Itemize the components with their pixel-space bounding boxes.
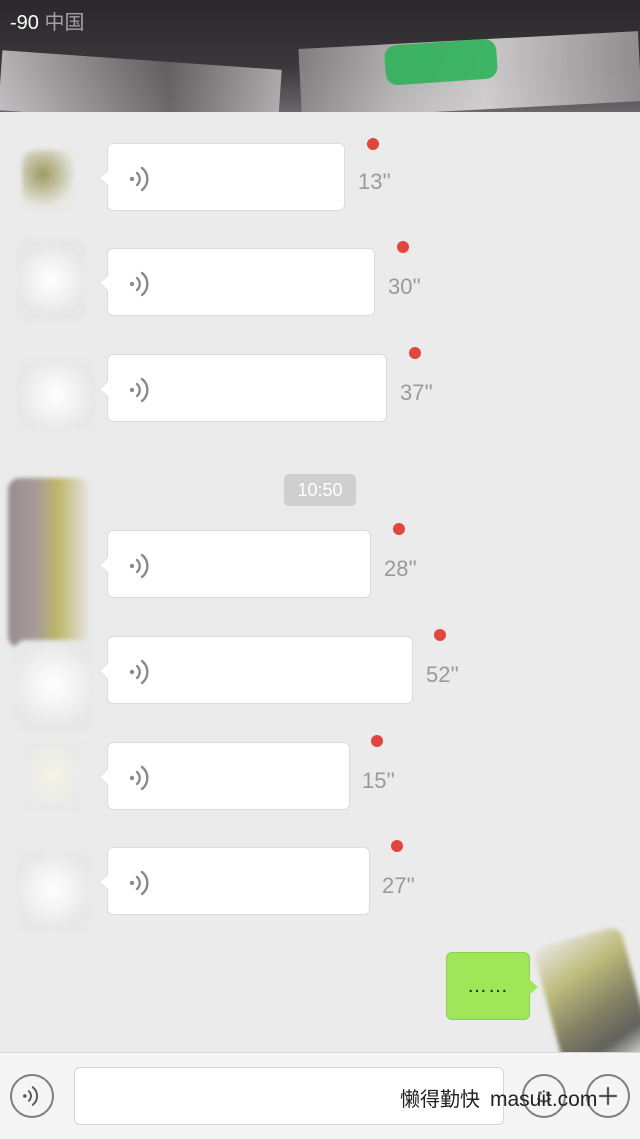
voice-icon [129,765,149,791]
voice-message: 52'' [0,629,640,706]
green-scribble [383,38,499,86]
unread-dot [371,735,383,747]
voice-duration: 27'' [382,873,415,898]
voice-bubble[interactable] [99,742,350,810]
voice-icon [23,1086,39,1106]
voice-icon [129,553,149,579]
plus-icon [598,1086,618,1106]
voice-icon [129,166,149,192]
voice-message: 37'' [0,347,640,424]
sent-message-bubble[interactable]: …… [446,952,538,1020]
voice-icon [129,377,149,403]
voice-duration: 37'' [400,380,433,405]
voice-bubble[interactable] [99,847,370,915]
timestamp-label: 10:50 [284,474,356,506]
watermark-text: 懒得勤快 [400,1087,480,1111]
unread-dot [397,241,409,253]
unread-dot [409,347,421,359]
voice-bubble[interactable] [99,143,345,211]
voice-message: 30'' [0,241,640,318]
voice-message: 13'' [0,138,640,213]
scribble-overlay [0,50,282,112]
voice-toggle-button[interactable] [10,1074,54,1118]
voice-icon [129,870,149,896]
voice-message: 28'' [0,523,640,600]
voice-duration: 28'' [384,556,417,581]
unread-dot [367,138,379,150]
voice-bubble[interactable] [99,636,413,704]
watermark: 懒得勤快 masuit.com [400,1083,597,1112]
voice-duration: 30'' [388,274,421,299]
voice-bubble[interactable] [99,354,387,422]
status-bar: -90 中国 [0,0,640,112]
voice-duration: 15'' [362,768,395,793]
unread-dot [393,523,405,535]
voice-icon [129,271,149,297]
voice-duration: 52'' [426,662,459,687]
voice-message: 27'' [0,840,640,917]
voice-icon [129,659,149,685]
signal-strength: -90 中国 [10,12,85,34]
voice-bubble[interactable] [99,248,375,316]
voice-bubble[interactable] [99,530,371,598]
voice-message: 15'' [0,735,640,812]
watermark-domain: masuit.com [490,1088,598,1111]
unread-dot [391,840,403,852]
voice-duration: 13'' [358,169,391,194]
unread-dot [434,629,446,641]
